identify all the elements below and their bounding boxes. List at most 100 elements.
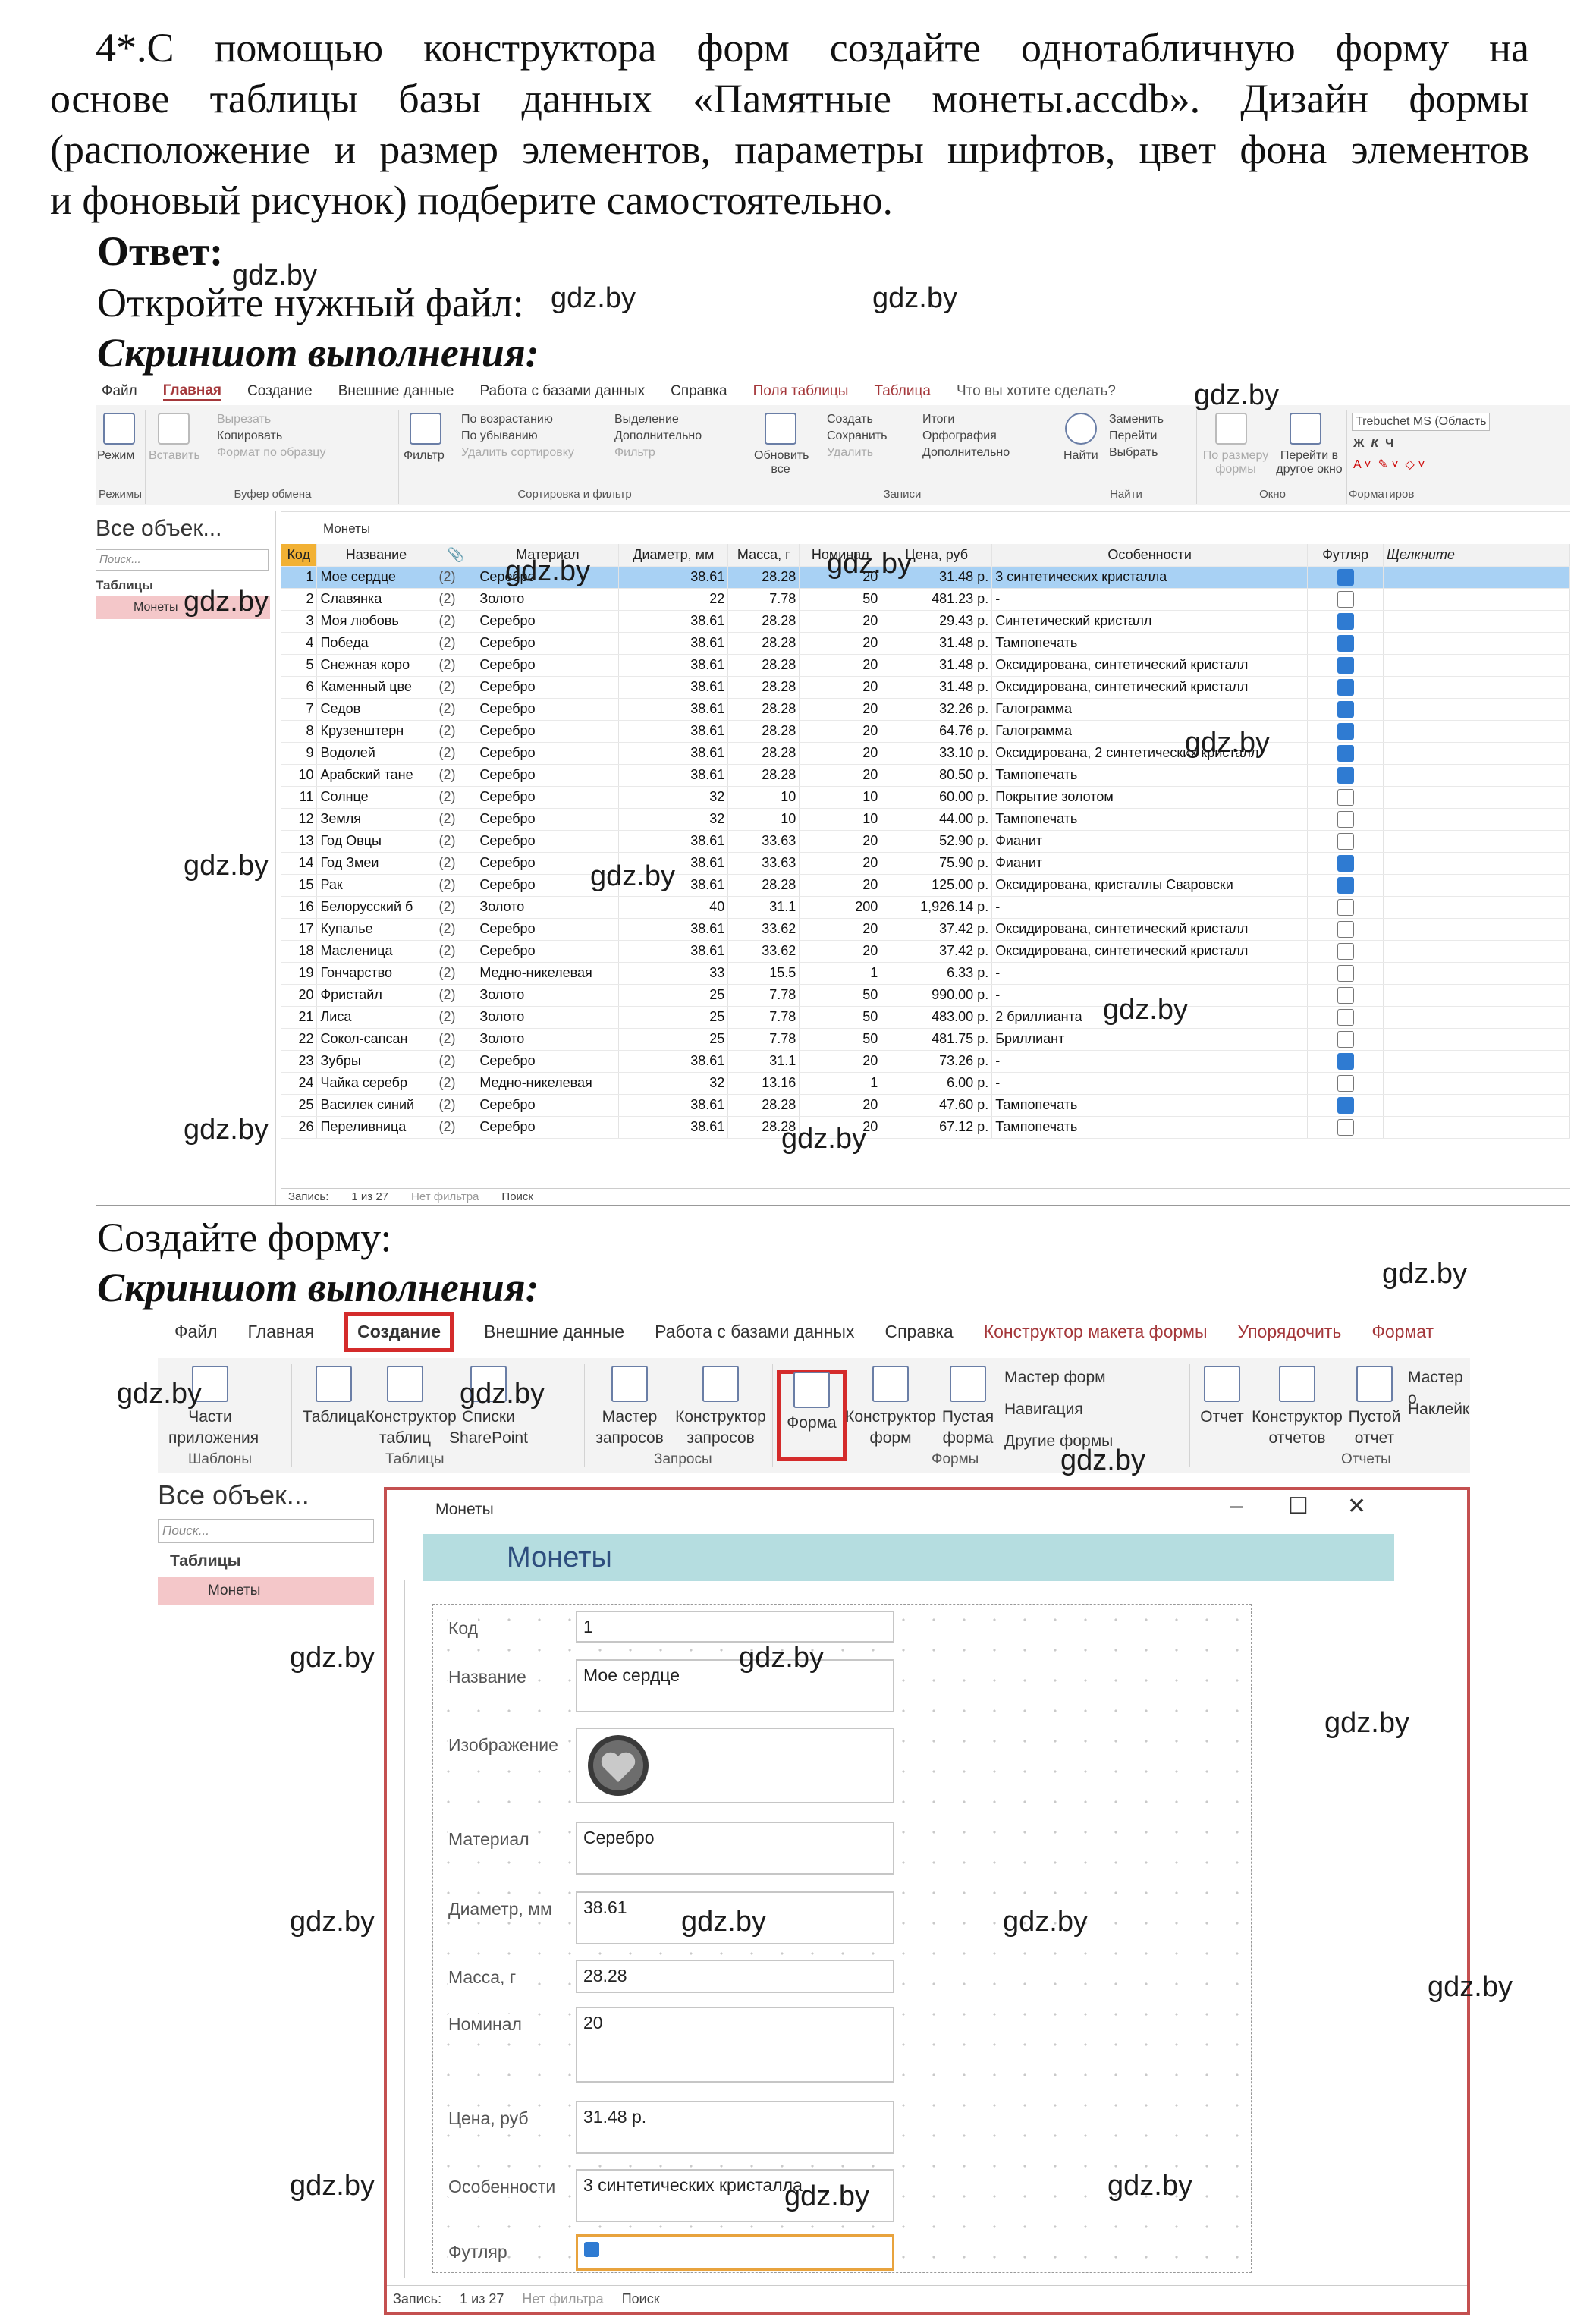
cell-code[interactable]: 15 [281, 874, 318, 897]
cell-material[interactable]: Серебро [476, 676, 620, 699]
cell-empty[interactable] [1383, 1116, 1570, 1139]
case-checkbox[interactable] [1337, 722, 1354, 740]
cell-price[interactable]: 31.48 р. [881, 654, 993, 677]
cell-price[interactable]: 37.42 р. [881, 940, 993, 963]
cell-features[interactable]: Бриллиант [991, 1028, 1309, 1051]
col-header-diameter[interactable]: Диаметр, мм [618, 544, 729, 567]
cell-features[interactable]: Покрытие золотом [991, 786, 1309, 809]
case-checkbox[interactable] [1337, 1030, 1354, 1048]
record-selector[interactable] [387, 1580, 405, 2278]
cell-mass[interactable]: 13.16 [727, 1072, 800, 1095]
cell-nominal[interactable]: 20 [799, 1094, 882, 1117]
cell-empty[interactable] [1383, 808, 1570, 831]
cell-features[interactable]: Тампопечать [991, 764, 1309, 787]
cell-case[interactable] [1307, 808, 1384, 831]
cell-attachment[interactable]: (2) [435, 1072, 477, 1095]
cell-attachment[interactable]: (2) [435, 852, 477, 875]
cell-code[interactable]: 21 [281, 1006, 318, 1029]
cell-features[interactable]: - [991, 1072, 1309, 1095]
form-record-position[interactable]: 1 из 27 [460, 2291, 504, 2307]
cell-name[interactable]: Водолей [316, 742, 436, 765]
cell-nominal[interactable]: 20 [799, 654, 882, 677]
cell-nominal[interactable]: 20 [799, 874, 882, 897]
cell-mass[interactable]: 7.78 [727, 1028, 800, 1051]
table-row[interactable]: 1 Мое сердце (2) Серебро 38.61 28.28 20 31.48 р… [281, 566, 1570, 589]
cell-nominal[interactable]: 20 [799, 1050, 882, 1073]
case-checkbox[interactable] [1337, 832, 1354, 850]
cell-price[interactable]: 60.00 р. [881, 786, 993, 809]
cell-attachment[interactable]: (2) [435, 940, 477, 963]
tab-table-fields[interactable]: Поля таблицы [753, 383, 849, 400]
table-row[interactable]: 3 Моя любовь (2) Серебро 38.61 28.28 20 29.43 р… [281, 610, 1570, 633]
cell-name[interactable]: Белорусский б [316, 896, 436, 919]
cell-diameter[interactable]: 38.61 [618, 632, 729, 655]
cell-price[interactable]: 6.33 р. [881, 962, 993, 985]
cell-code[interactable]: 20 [281, 984, 318, 1007]
cell-attachment[interactable]: (2) [435, 742, 477, 765]
cell-mass[interactable]: 28.28 [727, 1094, 800, 1117]
cell-features[interactable]: Тампопечать [991, 632, 1309, 655]
cell-nominal[interactable]: 10 [799, 808, 882, 831]
cell-case[interactable] [1307, 962, 1384, 985]
cell-empty[interactable] [1383, 1072, 1570, 1095]
cell-case[interactable] [1307, 1006, 1384, 1029]
cell-diameter[interactable]: 38.61 [618, 742, 729, 765]
cell-material[interactable]: Серебро [476, 786, 620, 809]
cell-features[interactable]: Тампопечать [991, 1116, 1309, 1139]
cell-price[interactable]: 481.23 р. [881, 588, 993, 611]
cell-price[interactable]: 1,926.14 р. [881, 896, 993, 919]
cell-case[interactable] [1307, 830, 1384, 853]
field-material[interactable]: Серебро [576, 1822, 894, 1875]
cell-diameter[interactable]: 33 [618, 962, 729, 985]
tab2-help[interactable]: Справка [884, 1322, 953, 1342]
cell-attachment[interactable]: (2) [435, 1028, 477, 1051]
nav2-item-coins[interactable]: Монеты [158, 1577, 374, 1605]
cell-diameter[interactable]: 32 [618, 808, 729, 831]
tab2-form-layout[interactable]: Конструктор макета формы [984, 1322, 1208, 1342]
cell-material[interactable]: Серебро [476, 610, 620, 633]
cell-features[interactable]: Фианит [991, 852, 1309, 875]
cell-material[interactable]: Медно-никелевая [476, 962, 620, 985]
cell-material[interactable]: Серебро [476, 764, 620, 787]
cell-nominal[interactable]: 20 [799, 720, 882, 743]
case-checkbox[interactable] [1337, 590, 1354, 608]
table-row[interactable]: 5 Снежная коро (2) Серебро 38.61 28.28 20 31.48… [281, 654, 1570, 677]
cell-features[interactable]: Оксидирована, синтетический кристалл [991, 676, 1309, 699]
save-record-button[interactable]: Сохранить [827, 429, 888, 443]
cell-material[interactable]: Серебро [476, 1116, 620, 1139]
cell-code[interactable]: 1 [281, 566, 318, 589]
cell-name[interactable]: Купалье [316, 918, 436, 941]
cell-attachment[interactable]: (2) [435, 962, 477, 985]
cell-nominal[interactable]: 20 [799, 830, 882, 853]
cell-name[interactable]: Год Овцы [316, 830, 436, 853]
cell-name[interactable]: Земля [316, 808, 436, 831]
cell-nominal[interactable]: 20 [799, 918, 882, 941]
cell-price[interactable]: 44.00 р. [881, 808, 993, 831]
cell-attachment[interactable]: (2) [435, 654, 477, 677]
table-row[interactable]: 22 Сокол-сапсан (2) Золото 25 7.78 50 481.75 р.… [281, 1028, 1570, 1051]
cell-code[interactable]: 2 [281, 588, 318, 611]
case-checkbox[interactable] [1337, 788, 1354, 806]
cell-mass[interactable]: 28.28 [727, 742, 800, 765]
cell-code[interactable]: 22 [281, 1028, 318, 1051]
cell-attachment[interactable]: (2) [435, 984, 477, 1007]
cell-case[interactable] [1307, 654, 1384, 677]
cell-mass[interactable]: 28.28 [727, 610, 800, 633]
table-row[interactable]: 9 Водолей (2) Серебро 38.61 28.28 20 33.10 р. Ок… [281, 742, 1570, 765]
cell-name[interactable]: Каменный цве [316, 676, 436, 699]
cell-name[interactable]: Гончарство [316, 962, 436, 985]
case-checkbox[interactable] [1337, 766, 1354, 784]
cell-empty[interactable] [1383, 1028, 1570, 1051]
field-price[interactable]: 31.48 р. [576, 2101, 894, 2154]
cell-nominal[interactable]: 50 [799, 1028, 882, 1051]
case-checkbox[interactable] [1337, 810, 1354, 828]
cell-name[interactable]: Чайка серебр [316, 1072, 436, 1095]
cell-case[interactable] [1307, 566, 1384, 589]
cell-case[interactable] [1307, 632, 1384, 655]
cell-code[interactable]: 23 [281, 1050, 318, 1073]
cell-nominal[interactable]: 1 [799, 962, 882, 985]
cell-case[interactable] [1307, 984, 1384, 1007]
cell-features[interactable]: Оксидирована, синтетический кристалл [991, 918, 1309, 941]
cell-empty[interactable] [1383, 874, 1570, 897]
cell-material[interactable]: Серебро [476, 1094, 620, 1117]
